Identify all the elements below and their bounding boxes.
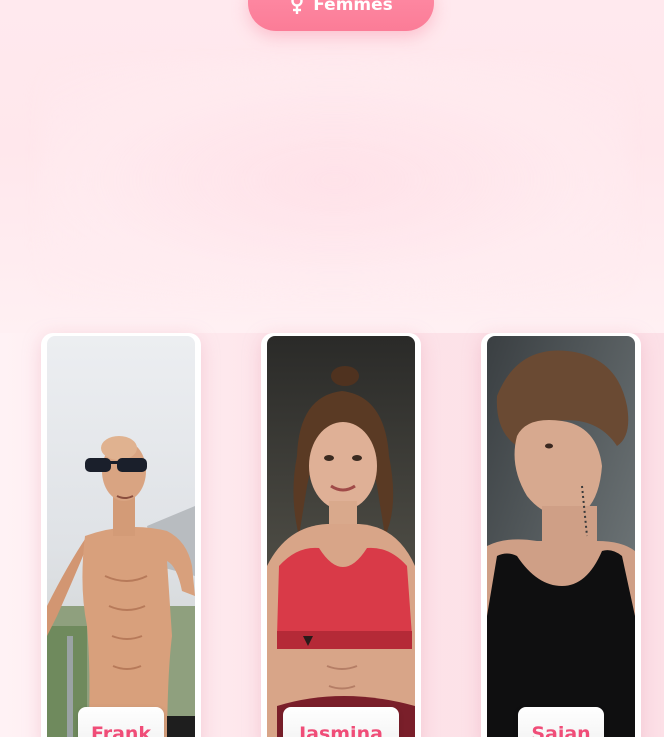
profile-card[interactable]: Sajan xyxy=(481,333,641,737)
profile-photo xyxy=(47,336,195,737)
gender-filter-button[interactable]: Femmes xyxy=(248,0,434,31)
profile-card[interactable]: Frank xyxy=(41,333,201,737)
profile-name: Frank xyxy=(78,707,164,737)
profile-cards-row: Frank Jasmina Sajan xyxy=(0,333,664,737)
profile-name: Jasmina xyxy=(283,707,399,737)
page: Femmes Frank Jasmina Sajan xyxy=(0,0,664,737)
profile-photo-image xyxy=(267,336,415,737)
hero-blurred-content xyxy=(40,60,630,300)
profile-photo-image xyxy=(47,336,195,737)
profile-photo xyxy=(487,336,635,737)
hero-area: Femmes xyxy=(0,0,664,333)
profile-photo-image xyxy=(487,336,635,737)
gender-filter-label: Femmes xyxy=(313,0,393,15)
female-icon xyxy=(291,0,303,14)
profile-card[interactable]: Jasmina xyxy=(261,333,421,737)
profile-name: Sajan xyxy=(518,707,604,737)
profile-photo xyxy=(267,336,415,737)
